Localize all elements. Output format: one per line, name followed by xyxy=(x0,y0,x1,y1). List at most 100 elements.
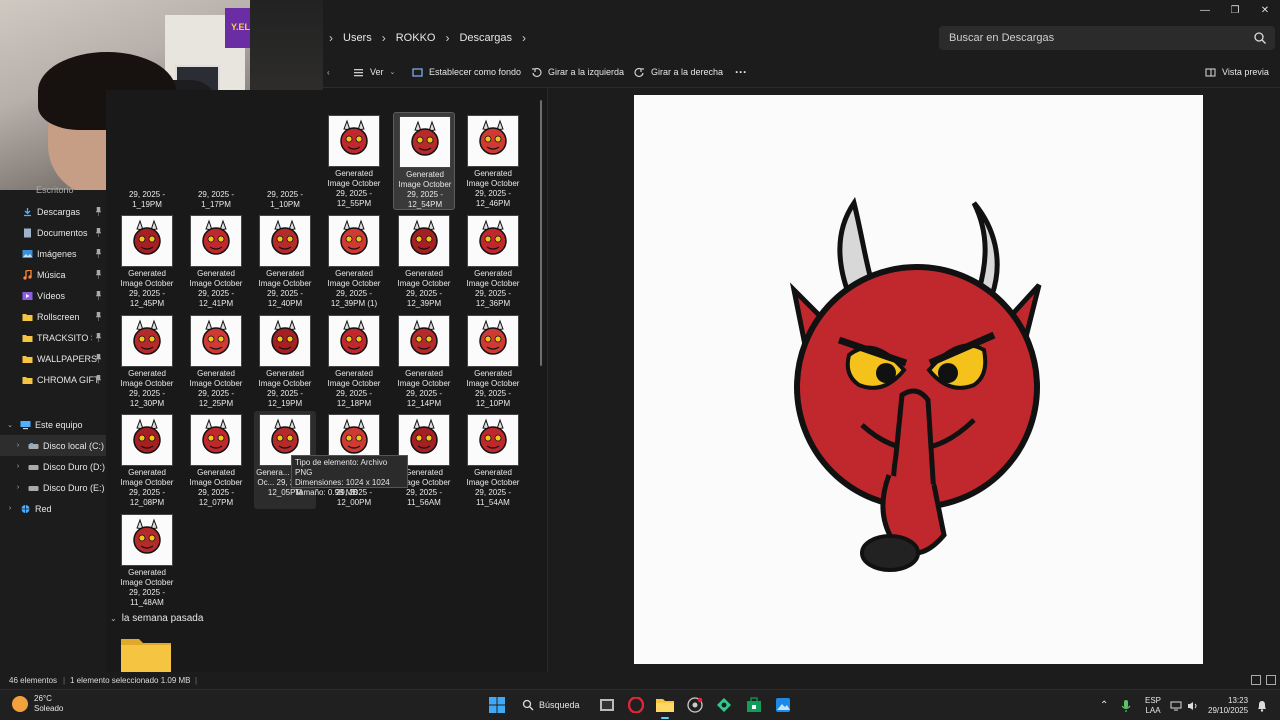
chevron-right-icon[interactable]: › xyxy=(14,484,22,491)
video-icon xyxy=(22,291,33,300)
chevron-right-icon[interactable]: › xyxy=(14,442,22,449)
rotate-left-button[interactable]: Girar a la izquierda xyxy=(531,56,624,88)
file-tile[interactable]: Generated Image October 29, 2025 - 12_08… xyxy=(116,411,178,509)
sidebar-item-rollscreen[interactable]: Rollscreen xyxy=(0,306,106,327)
file-tile[interactable]: Generated Image October 29, 2025 - 12_46… xyxy=(462,112,524,210)
tiles-view-icon[interactable] xyxy=(1266,675,1276,685)
chevron-right-icon[interactable]: › xyxy=(6,505,14,512)
file-tile[interactable]: Generated Image October 29, 2025 - 12_10… xyxy=(462,312,524,410)
file-thumbnail xyxy=(190,315,242,367)
file-tile[interactable]: Generated Image October 29, 2025 - 12_39… xyxy=(393,212,455,310)
file-tile[interactable]: Generated Image October 29, 2025 - 12_19… xyxy=(254,312,316,410)
breadcrumb-rokko[interactable]: ROKKO xyxy=(396,32,436,44)
chevron-right-icon[interactable]: › xyxy=(14,463,22,470)
file-explorer-button[interactable] xyxy=(656,696,674,719)
language-indicator[interactable]: ESP LAA xyxy=(1145,690,1161,720)
group-header-last-week[interactable]: ⌄ la semana pasada xyxy=(110,613,203,624)
search-box[interactable] xyxy=(939,26,1275,50)
file-tile[interactable]: Generated Image October 29, 2025 - 12_54… xyxy=(393,112,455,210)
sidebar-item-descargas[interactable]: Descargas xyxy=(0,201,106,222)
sidebar-item-musica[interactable]: Música xyxy=(0,264,106,285)
maximize-button[interactable]: ❐ xyxy=(1220,0,1250,20)
sidebar-item-disco-c[interactable]: › Disco local (C:) xyxy=(0,435,106,456)
file-tile[interactable]: Generated Image October 29, 2025 - 12_36… xyxy=(462,212,524,310)
file-tile[interactable]: Generated Image October 29, 2025 - 12_07… xyxy=(185,411,247,509)
preview-pane-button[interactable]: Vista previa xyxy=(1205,56,1269,88)
chevron-right-icon: › xyxy=(522,31,527,45)
sidebar-item-wallpapers[interactable]: WALLPAPERS xyxy=(0,348,106,369)
taskbar-search-button[interactable]: Búsqueda xyxy=(522,696,580,714)
sidebar-item-videos[interactable]: Vídeos xyxy=(0,285,106,306)
sidebar-item-documentos[interactable]: Documentos xyxy=(0,222,106,243)
file-tile[interactable]: Generated Image October 29, 2025 - 11_54… xyxy=(462,411,524,509)
more-options-button[interactable]: ··· xyxy=(735,56,747,88)
status-item-count: 46 elementos xyxy=(9,676,58,685)
store-button[interactable] xyxy=(745,696,763,714)
sidebar-item-escritorio[interactable]: Escritorio xyxy=(0,184,106,196)
sidebar-item-label: Este equipo xyxy=(35,419,83,430)
notification-bell-icon[interactable] xyxy=(1257,690,1267,720)
sidebar-item-este-equipo[interactable]: ⌄ Este equipo xyxy=(0,414,106,435)
sidebar-item-disco-e[interactable]: › Disco Duro (E:) xyxy=(0,477,106,498)
file-tile[interactable]: Generated Image October 29, 2025 - 12_40… xyxy=(254,212,316,310)
breadcrumb[interactable]: › Users › ROKKO › Descargas › xyxy=(323,20,536,56)
chevron-up-icon: ⌃ xyxy=(1100,700,1109,711)
details-view-icon[interactable] xyxy=(1251,675,1261,685)
scrollbar[interactable] xyxy=(540,100,542,366)
photos-button[interactable] xyxy=(774,696,792,714)
chevron-down-icon[interactable]: ‹ xyxy=(327,56,330,88)
file-tile[interactable]: Generated Image October 29, 2025 - 12_25… xyxy=(185,312,247,410)
chrome-button[interactable] xyxy=(686,696,704,714)
rotate-right-button[interactable]: Girar a la derecha xyxy=(634,56,723,88)
file-tile[interactable]: Generated Image October 29, 2025 - 12_14… xyxy=(393,312,455,410)
language-primary: ESP xyxy=(1145,695,1162,705)
weather-widget[interactable]: 26°C Soleado xyxy=(12,694,63,714)
file-tile[interactable]: Generated Image October 29, 2025 - 12_18… xyxy=(323,312,385,410)
app-green-button[interactable] xyxy=(715,696,733,714)
breadcrumb-users[interactable]: Users xyxy=(343,32,372,44)
search-icon[interactable] xyxy=(1253,31,1267,45)
close-button[interactable]: ✕ xyxy=(1250,0,1280,20)
devil-thumbnail xyxy=(271,319,299,355)
search-input[interactable] xyxy=(939,26,1229,50)
file-tile[interactable]: Generated Image October 29, 2025 - 12_55… xyxy=(323,112,385,210)
start-button[interactable] xyxy=(488,696,506,714)
sidebar-item-chroma-gift[interactable]: CHROMA GIFT xyxy=(0,369,106,390)
chevron-down-icon[interactable]: ⌄ xyxy=(6,421,14,429)
file-tile[interactable]: Generated Image October 29, 2025 - 11_48… xyxy=(116,511,178,609)
search-icon xyxy=(522,699,534,711)
group-header-label: la semana pasada xyxy=(121,613,204,624)
sidebar-item-disco-d[interactable]: › Disco Duro (D:) xyxy=(0,456,106,477)
file-tile[interactable]: Generated Image October 29, 2025 - 12_30… xyxy=(116,312,178,410)
tray-overflow[interactable]: ⌃ xyxy=(1100,690,1108,720)
network-status-icon[interactable] xyxy=(1170,690,1182,720)
file-tile[interactable]: Generated Image October 29, 2025 - 12_45… xyxy=(116,212,178,310)
devil-thumbnail xyxy=(202,418,230,454)
chrome-icon xyxy=(687,697,703,713)
pin-icon xyxy=(95,354,102,363)
minimize-button[interactable]: — xyxy=(1190,0,1220,20)
file-thumbnail xyxy=(259,315,311,367)
chevron-down-icon: ⌄ xyxy=(389,69,396,76)
file-thumbnail xyxy=(121,514,173,566)
store-icon xyxy=(747,697,761,712)
sidebar-item-label: Imágenes xyxy=(37,248,77,259)
file-thumbnail xyxy=(467,414,519,466)
file-thumbnail xyxy=(398,215,450,267)
volume-icon[interactable] xyxy=(1187,690,1199,720)
microphone-icon[interactable] xyxy=(1121,690,1131,720)
sidebar-item-tracksito-suave[interactable]: TRACKSITO SUAVE xyxy=(0,327,106,348)
task-view-button[interactable] xyxy=(598,696,616,714)
opera-button[interactable] xyxy=(627,696,645,714)
set-background-label: Establecer como fondo xyxy=(429,67,522,77)
file-tile[interactable]: Generated Image October 29, 2025 - 12_39… xyxy=(323,212,385,310)
set-background-button[interactable]: Establecer como fondo xyxy=(412,56,521,88)
sidebar-item-red[interactable]: › Red xyxy=(0,498,106,519)
clock[interactable]: 13:23 29/10/2025 xyxy=(1208,690,1248,720)
file-tile[interactable]: Generated Image October 29, 2025 - 12_41… xyxy=(185,212,247,310)
folder-icon[interactable] xyxy=(121,635,171,672)
breadcrumb-descargas[interactable]: Descargas xyxy=(459,32,512,44)
sidebar-item-imagenes[interactable]: Imágenes xyxy=(0,243,106,264)
view-button[interactable]: Ver ⌄ xyxy=(353,56,395,88)
chevron-right-icon: › xyxy=(445,31,450,45)
